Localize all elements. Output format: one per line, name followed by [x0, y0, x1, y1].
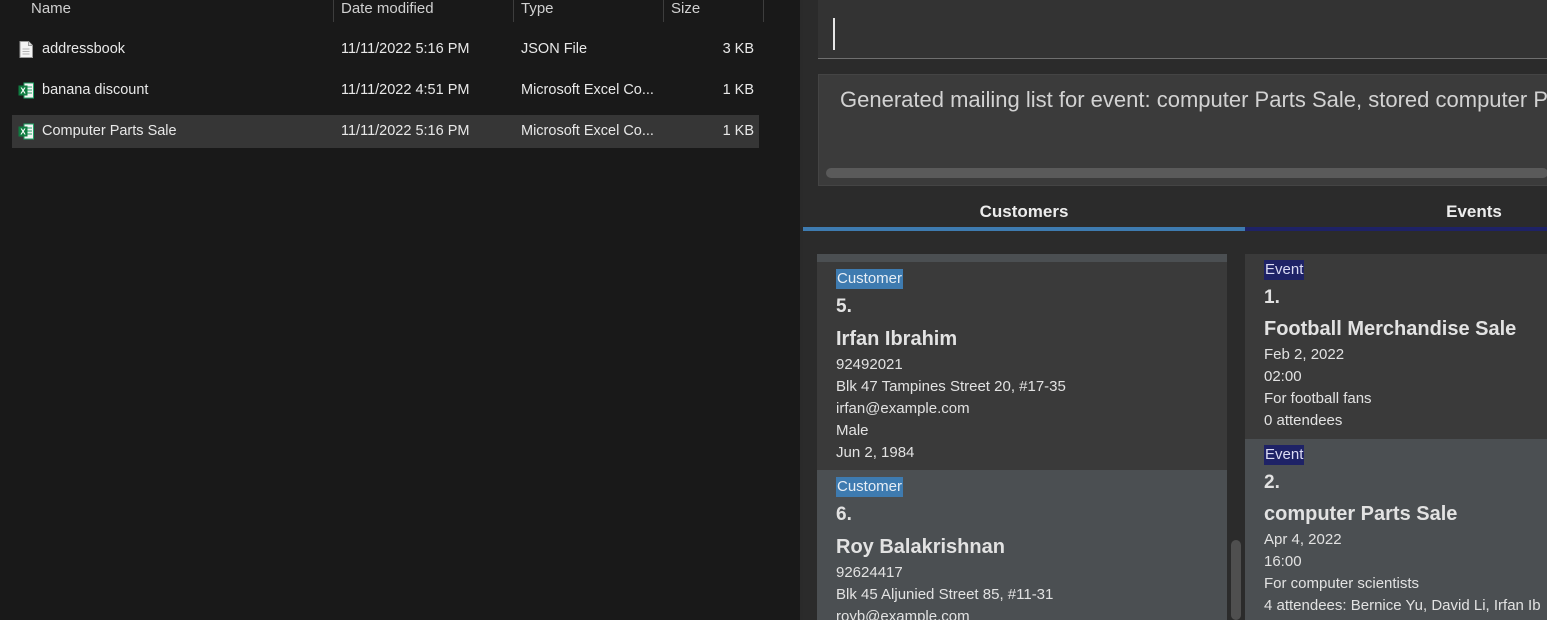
- customer-list-scrollbar[interactable]: [1231, 540, 1241, 620]
- file-name: Computer Parts Sale: [42, 123, 177, 139]
- event-date: Feb 2, 2022: [1264, 346, 1345, 363]
- svg-text:X: X: [20, 128, 26, 137]
- column-header-type[interactable]: Type: [521, 0, 554, 21]
- file-name: banana discount: [42, 82, 149, 98]
- customer-birthday: Jun 2, 1984: [836, 444, 915, 461]
- column-separator[interactable]: [513, 0, 514, 22]
- column-separator[interactable]: [763, 0, 764, 22]
- customer-email: royb@example.com: [836, 608, 970, 620]
- column-header-name[interactable]: Name: [31, 0, 71, 21]
- result-display: Generated mailing list for event: comput…: [818, 74, 1547, 186]
- customer-card[interactable]: Customer 6. Roy Balakrishnan 92624417 Bl…: [817, 470, 1227, 620]
- file-type: JSON File: [521, 41, 588, 57]
- customer-tag: Customer: [836, 269, 904, 289]
- customer-name: Roy Balakrishnan: [836, 536, 1005, 558]
- list-edge: [817, 254, 1227, 262]
- event-attendees: 0 attendees: [1264, 412, 1343, 429]
- customer-phone: 92624417: [836, 564, 903, 581]
- column-header-size[interactable]: Size: [671, 0, 700, 21]
- event-tag: Event: [1264, 445, 1305, 465]
- excel-file-icon: X: [18, 82, 34, 99]
- customer-tag: Customer: [836, 477, 904, 497]
- event-description: For football fans: [1264, 390, 1372, 407]
- customer-card[interactable]: Customer 5. Irfan Ibrahim 92492021 Blk 4…: [817, 262, 1227, 470]
- event-index: 2.: [1264, 472, 1280, 493]
- horizontal-scrollbar[interactable]: [826, 168, 1547, 178]
- event-tag: Event: [1264, 260, 1305, 280]
- file-date: 11/11/2022 5:16 PM: [341, 41, 470, 57]
- customer-address: Blk 47 Tampines Street 20, #17-35: [836, 378, 1066, 395]
- file-explorer: Name Date modified Type Size addressbook…: [0, 0, 800, 620]
- tab-customers[interactable]: Customers: [803, 193, 1245, 229]
- event-index: 1.: [1264, 287, 1280, 308]
- customer-email: irfan@example.com: [836, 400, 970, 417]
- event-time: 02:00: [1264, 368, 1302, 385]
- svg-text:X: X: [20, 87, 26, 96]
- customer-name: Irfan Ibrahim: [836, 328, 958, 350]
- file-size: 1 KB: [722, 82, 754, 98]
- customer-address: Blk 45 Aljunied Street 85, #11-31: [836, 586, 1054, 603]
- file-size: 1 KB: [722, 123, 754, 139]
- tab-events[interactable]: Events: [1245, 193, 1547, 229]
- json-file-icon: [19, 41, 33, 58]
- tab-events-indicator: [1245, 227, 1547, 231]
- file-date: 11/11/2022 5:16 PM: [341, 123, 470, 139]
- app-window: Generated mailing list for event: comput…: [803, 0, 1547, 620]
- text-caret: [833, 18, 835, 50]
- customer-index: 6.: [836, 504, 852, 525]
- customer-index: 5.: [836, 296, 852, 317]
- event-name: computer Parts Sale: [1264, 503, 1458, 525]
- excel-file-icon: X: [18, 123, 34, 140]
- customer-list[interactable]: Customer 5. Irfan Ibrahim 92492021 Blk 4…: [817, 254, 1227, 620]
- result-message: Generated mailing list for event: comput…: [840, 87, 1547, 112]
- event-description: For computer scientists: [1264, 575, 1420, 592]
- event-date: Apr 4, 2022: [1264, 531, 1342, 548]
- event-card[interactable]: Event 2. computer Parts Sale Apr 4, 2022…: [1245, 439, 1547, 620]
- file-name: addressbook: [42, 41, 126, 57]
- tab-customers-indicator: [803, 227, 1245, 231]
- column-separator[interactable]: [663, 0, 664, 22]
- event-card[interactable]: Event 1. Football Merchandise Sale Feb 2…: [1245, 254, 1547, 439]
- file-row-addressbook[interactable]: addressbook 11/11/2022 5:16 PM JSON File…: [12, 33, 759, 66]
- file-size: 3 KB: [722, 41, 754, 57]
- command-input[interactable]: [818, 0, 1547, 59]
- customer-gender: Male: [836, 422, 869, 439]
- column-header-date-modified[interactable]: Date modified: [341, 0, 434, 21]
- event-name: Football Merchandise Sale: [1264, 318, 1517, 340]
- file-row-banana-discount[interactable]: X banana discount 11/11/2022 4:51 PM Mic…: [12, 74, 759, 107]
- event-time: 16:00: [1264, 553, 1302, 570]
- file-row-computer-parts-sale[interactable]: X Computer Parts Sale 11/11/2022 5:16 PM…: [12, 115, 759, 148]
- column-separator[interactable]: [333, 0, 334, 22]
- file-type: Microsoft Excel Co...: [521, 123, 654, 139]
- event-attendees: 4 attendees: Bernice Yu, David Li, Irfan…: [1264, 597, 1541, 614]
- tab-bar: Customers Events: [803, 193, 1547, 233]
- file-date: 11/11/2022 4:51 PM: [341, 82, 470, 98]
- file-type: Microsoft Excel Co...: [521, 82, 654, 98]
- event-list[interactable]: Event 1. Football Merchandise Sale Feb 2…: [1245, 254, 1547, 620]
- customer-phone: 92492021: [836, 356, 903, 373]
